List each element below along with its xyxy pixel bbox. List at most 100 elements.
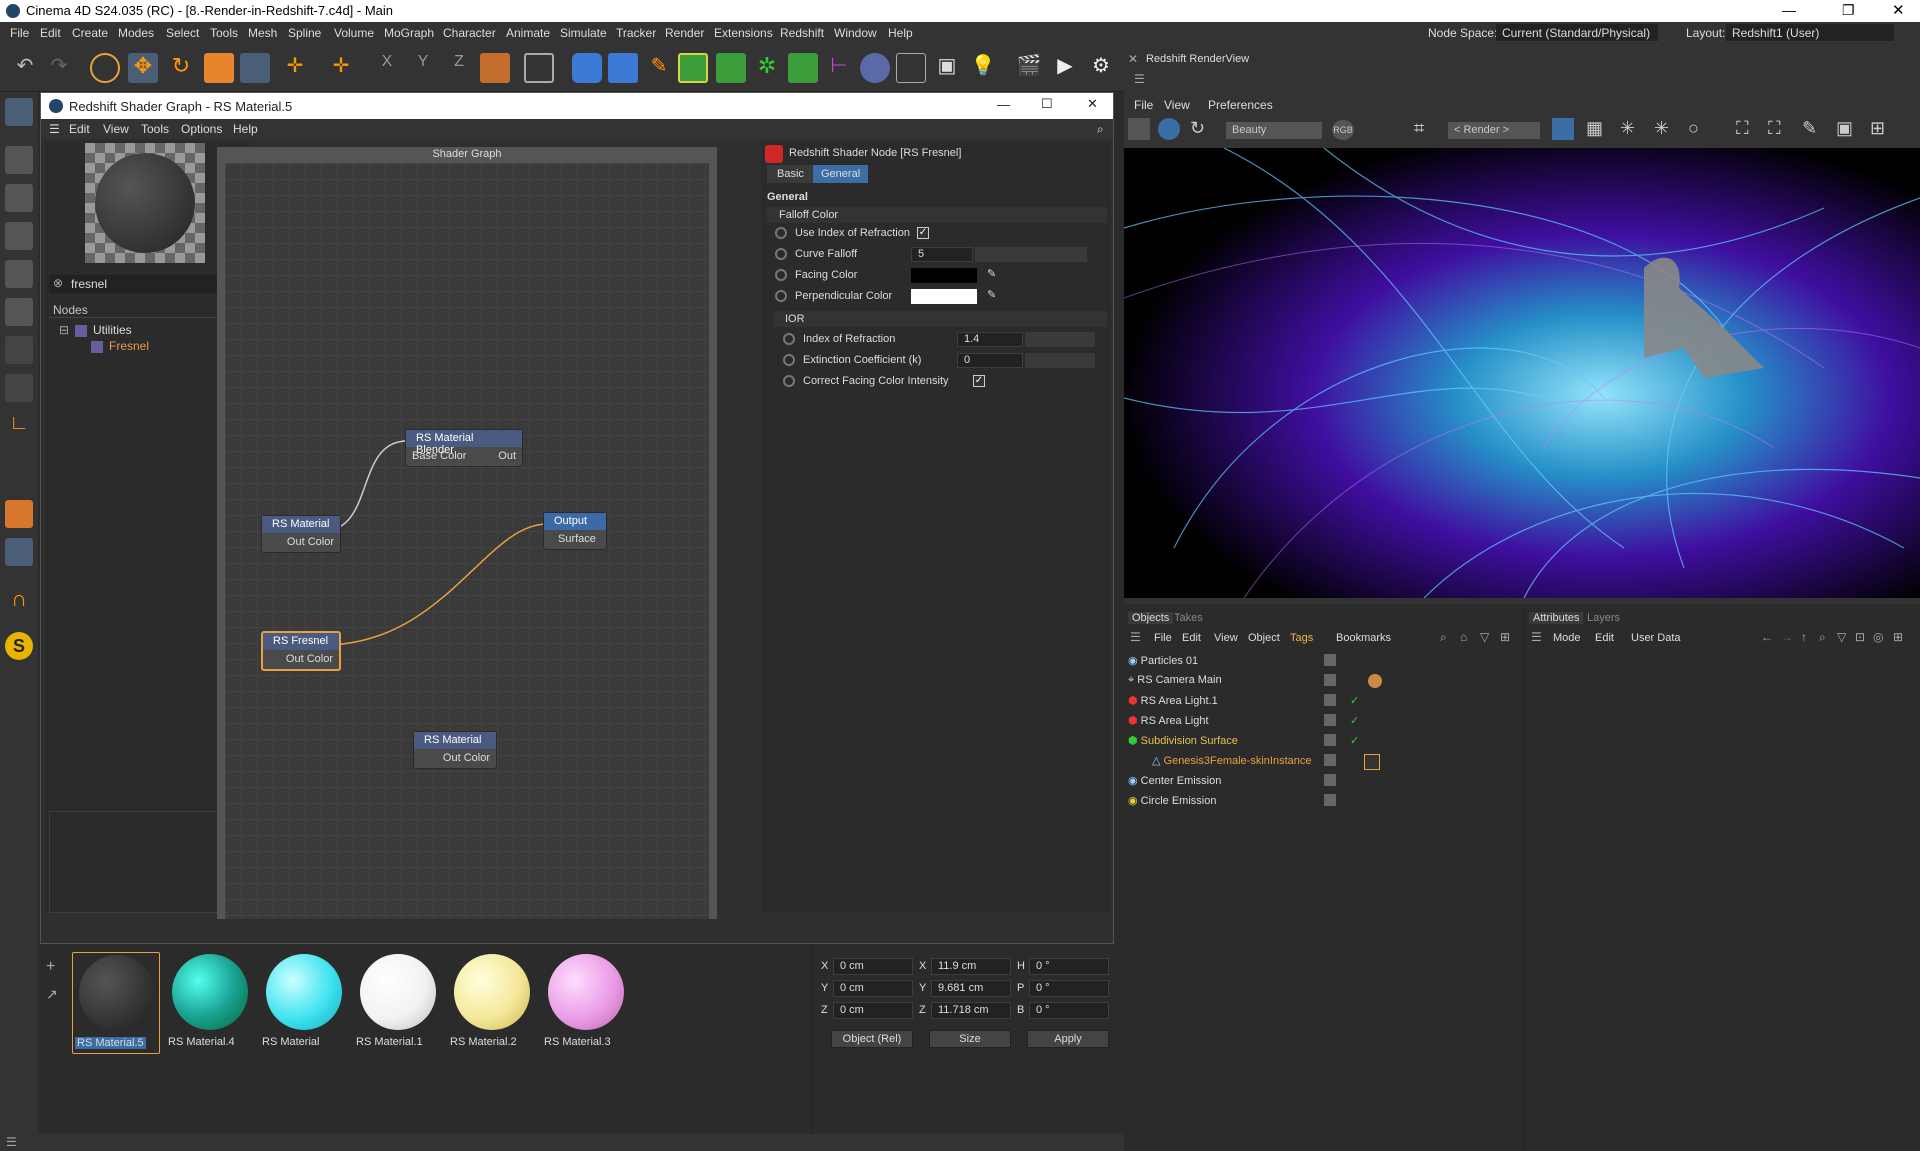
panel-close-icon[interactable]: ✕: [1128, 52, 1138, 66]
anim-radio[interactable]: [783, 354, 795, 366]
camera-select[interactable]: < Render >: [1448, 122, 1540, 139]
subdivision-icon[interactable]: [678, 53, 708, 83]
add-icon[interactable]: ⊞: [1870, 118, 1885, 139]
object-row[interactable]: ⬢ Subdivision Surface ✓: [1128, 734, 1518, 754]
menu-render[interactable]: Render: [665, 26, 704, 40]
facing-color-swatch[interactable]: [911, 268, 977, 283]
menu-animate[interactable]: Animate: [506, 26, 550, 40]
menu-create[interactable]: Create: [72, 26, 108, 40]
sg-maximize-icon[interactable]: ☐: [1041, 96, 1053, 112]
object-row[interactable]: △ Genesis3Female-skinInstance: [1128, 754, 1518, 774]
edges-mode-icon[interactable]: [5, 260, 33, 288]
material-tag-icon[interactable]: [1364, 754, 1380, 770]
attr-menu-edit[interactable]: Edit: [1595, 632, 1614, 644]
object-row[interactable]: ⬢ RS Area Light ✓: [1128, 714, 1518, 734]
mograph-icon[interactable]: ✲: [752, 53, 782, 83]
eyedropper-icon[interactable]: ✎: [987, 288, 996, 301]
hamburger-icon[interactable]: ☰: [1134, 72, 1145, 86]
x-axis-lock-icon[interactable]: X: [372, 53, 402, 83]
add-material-icon[interactable]: +: [46, 958, 55, 976]
field-icon[interactable]: [860, 53, 890, 83]
settings-icon[interactable]: ◎: [1873, 630, 1883, 644]
floor-icon[interactable]: [896, 53, 926, 83]
sg-close-icon[interactable]: ✕: [1087, 96, 1098, 112]
move-tool-icon[interactable]: ✥: [128, 53, 158, 83]
material-swatch[interactable]: RS Material.3: [542, 952, 630, 1054]
points-mode-icon[interactable]: [5, 222, 33, 250]
use-ior-checkbox[interactable]: ✓: [917, 227, 929, 239]
hamburger-icon[interactable]: ☰: [1531, 630, 1542, 644]
render-settings-icon[interactable]: ⚙: [1086, 53, 1116, 83]
edit-tag-icon[interactable]: [1324, 774, 1336, 786]
object-row[interactable]: ◉ Circle Emission: [1128, 794, 1518, 814]
redshift-tag-icon[interactable]: [1368, 674, 1382, 688]
menu-mesh[interactable]: Mesh: [248, 26, 277, 40]
menu-redshift[interactable]: Redshift: [780, 26, 824, 40]
pen-spline-icon[interactable]: ✎: [644, 53, 674, 83]
coord-mode-select[interactable]: Object (Rel): [831, 1030, 913, 1048]
tree-fresnel[interactable]: Fresnel: [109, 339, 149, 353]
enabled-check-icon[interactable]: ✓: [1350, 694, 1359, 707]
filter-icon[interactable]: ▽: [1837, 630, 1846, 644]
scripting-icon[interactable]: S: [5, 632, 33, 660]
edit-tag-icon[interactable]: [1324, 794, 1336, 806]
material-swatch[interactable]: RS Material.4: [166, 952, 254, 1054]
rv-menu-preferences[interactable]: Preferences: [1208, 98, 1273, 112]
uv-mode-icon[interactable]: [5, 336, 33, 364]
edit-tag-icon[interactable]: [1324, 674, 1336, 686]
select-tool-icon[interactable]: [90, 53, 120, 83]
transform-tool-icon[interactable]: [240, 53, 270, 83]
search-icon[interactable]: ⌕: [1097, 122, 1104, 137]
menu-extensions[interactable]: Extensions: [714, 26, 773, 40]
rgb-channel-button[interactable]: RGB: [1332, 120, 1354, 140]
viewport-icon[interactable]: [524, 53, 554, 83]
camera-icon[interactable]: ▣: [932, 53, 962, 83]
home-icon[interactable]: ⌂: [1460, 630, 1467, 644]
polygons-mode-icon[interactable]: [5, 298, 33, 326]
hamburger-icon[interactable]: ☰: [1130, 630, 1141, 644]
menu-mograph[interactable]: MoGraph: [384, 26, 434, 40]
node-search-field[interactable]: ⊗ fresnel: [49, 275, 245, 293]
enabled-check-icon[interactable]: ✓: [1350, 734, 1359, 747]
menu-modes[interactable]: Modes: [118, 26, 154, 40]
pos-x-field[interactable]: 0 cm: [833, 958, 913, 975]
layout-select[interactable]: Redshift1 (User): [1726, 24, 1894, 41]
grid-view-icon[interactable]: ▦: [1586, 118, 1603, 139]
edit-tag-icon[interactable]: [1324, 714, 1336, 726]
new-window-icon[interactable]: ⊞: [1500, 630, 1510, 644]
enabled-check-icon[interactable]: ✓: [1350, 714, 1359, 727]
menu-file[interactable]: File: [10, 26, 29, 40]
texture-icon[interactable]: [5, 374, 33, 402]
rot-h-field[interactable]: 0 °: [1029, 958, 1109, 975]
pos-z-field[interactable]: 0 cm: [833, 1002, 913, 1019]
menu-tracker[interactable]: Tracker: [616, 26, 656, 40]
ior-slider[interactable]: [1025, 332, 1095, 347]
render-image[interactable]: [1123, 147, 1920, 599]
menu-simulate[interactable]: Simulate: [560, 26, 607, 40]
rotate-tool-icon[interactable]: ↻: [166, 53, 196, 83]
redo-icon[interactable]: ↷: [44, 53, 74, 83]
sg-menu-view[interactable]: View: [103, 122, 129, 136]
node-rs-fresnel[interactable]: RS Fresnel Out Color: [261, 631, 341, 671]
material-swatch[interactable]: RS Material.5: [72, 952, 160, 1054]
object-row[interactable]: ⌖ RS Camera Main: [1128, 674, 1518, 694]
material-swatch[interactable]: RS Material: [260, 952, 348, 1054]
cube-icon[interactable]: [572, 53, 602, 83]
node-space-select[interactable]: Current (Standard/Physical): [1496, 24, 1658, 41]
anim-radio[interactable]: [775, 248, 787, 260]
menu-character[interactable]: Character: [443, 26, 496, 40]
sg-menu-options[interactable]: Options: [181, 122, 222, 136]
extrude-icon[interactable]: [716, 53, 746, 83]
correct-facing-checkbox[interactable]: ✓: [973, 375, 985, 387]
attr-menu-mode[interactable]: Mode: [1553, 632, 1581, 644]
curve-falloff-input[interactable]: 5: [911, 247, 973, 262]
anim-radio[interactable]: [783, 333, 795, 345]
cube-primitive-icon[interactable]: [608, 53, 638, 83]
pos-y-field[interactable]: 0 cm: [833, 980, 913, 997]
tab-general[interactable]: General: [813, 165, 869, 183]
render-icon[interactable]: ▶: [1050, 53, 1080, 83]
attr-menu-user-data[interactable]: User Data: [1631, 632, 1681, 644]
extinction-input[interactable]: 0: [957, 353, 1023, 368]
back-arrow-icon[interactable]: ←: [1761, 630, 1773, 644]
ior-group[interactable]: IOR: [773, 311, 1107, 327]
